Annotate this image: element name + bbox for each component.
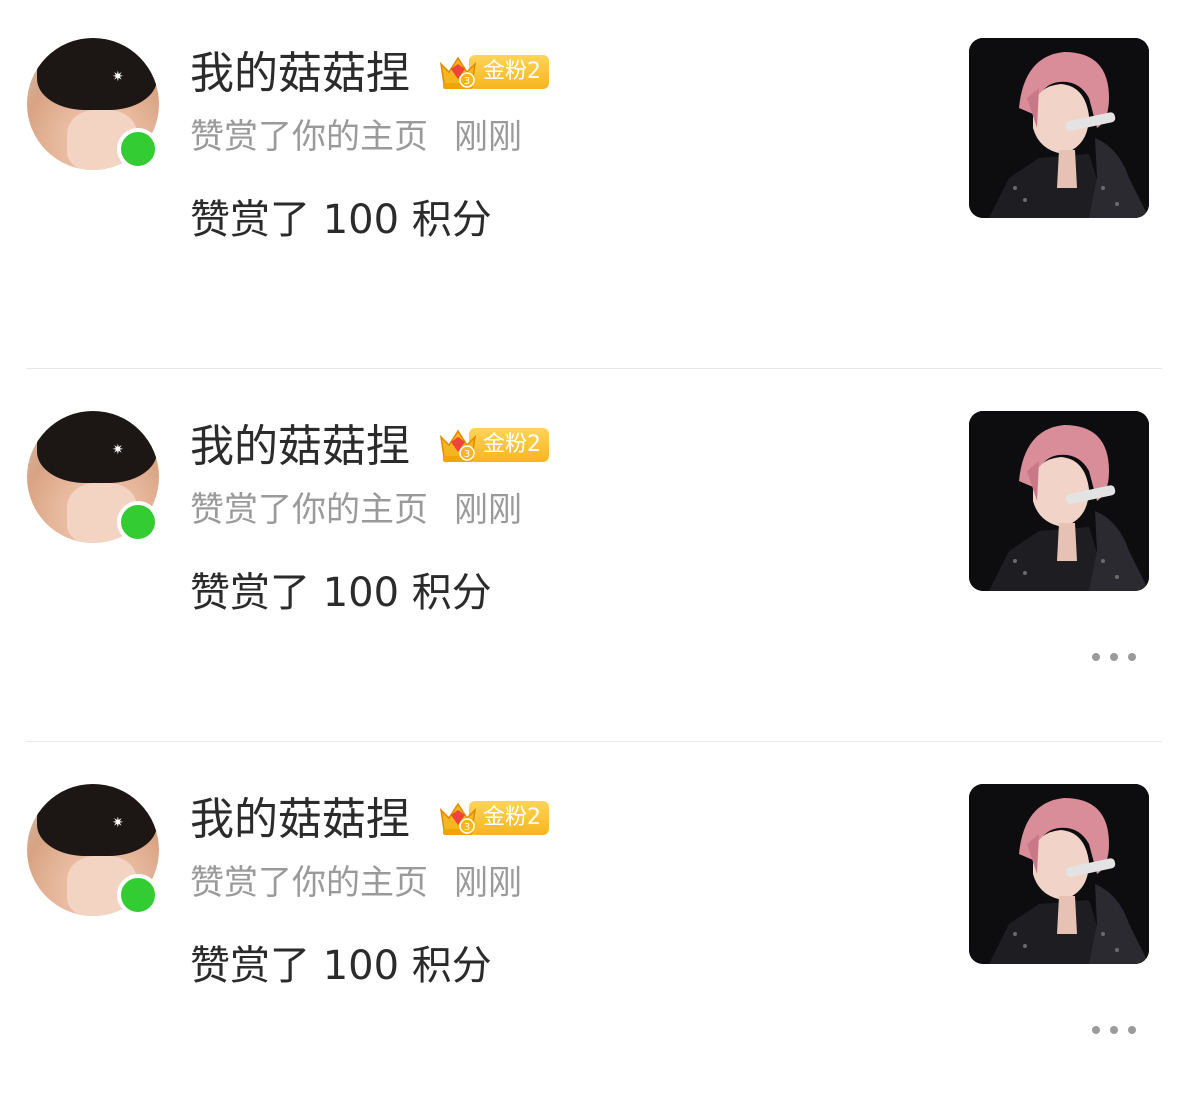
- more-dot-icon: [1128, 653, 1136, 661]
- avatar-hair: [37, 411, 157, 483]
- more-dot-icon: [1128, 1026, 1136, 1034]
- fan-badge-label: 金粉2: [469, 55, 549, 89]
- more-options-button[interactable]: [1090, 1018, 1138, 1042]
- message-text: 赞赏了 100 积分: [190, 943, 492, 989]
- timestamp: 刚刚: [454, 863, 522, 903]
- divider: [26, 368, 1162, 369]
- thumbnail-image[interactable]: [969, 38, 1149, 218]
- message-text: 赞赏了 100 积分: [190, 197, 492, 243]
- fan-badge: 3 金粉2: [437, 425, 549, 465]
- user-name[interactable]: 我的菇菇捏: [190, 419, 410, 475]
- online-status-indicator: [117, 874, 159, 916]
- crown-icon: 3: [439, 802, 477, 835]
- divider: [26, 741, 1162, 742]
- crown-icon: 3: [439, 429, 477, 462]
- notification-item[interactable]: ✷ 我的菇菇捏 3 金粉2 赞赏了你的主页 刚刚 赞赏了 100 积分: [0, 746, 1190, 1119]
- sparkle-icon: ✷: [112, 815, 124, 831]
- avatar-hair: [37, 38, 157, 110]
- activity-text: 赞赏了你的主页: [190, 490, 428, 530]
- activity-line: 赞赏了你的主页 刚刚: [190, 113, 522, 161]
- activity-line: 赞赏了你的主页 刚刚: [190, 486, 522, 534]
- badge-level-text: 3: [464, 822, 470, 833]
- notification-item[interactable]: ✷ 我的菇菇捏 3 金粉2 赞赏了你的主页 刚刚 赞赏了 100 积分: [0, 373, 1190, 746]
- notification-item[interactable]: ✷ 我的菇菇捏 3 金粉2 赞赏了你的主页 刚刚 赞赏了 100 积分: [0, 0, 1190, 373]
- online-status-indicator: [117, 128, 159, 170]
- online-status-indicator: [117, 501, 159, 543]
- user-name[interactable]: 我的菇菇捏: [190, 792, 410, 848]
- thumbnail-image[interactable]: [969, 411, 1149, 591]
- fan-badge-label: 金粉2: [469, 801, 549, 835]
- timestamp: 刚刚: [454, 490, 522, 530]
- user-name[interactable]: 我的菇菇捏: [190, 46, 410, 102]
- activity-line: 赞赏了你的主页 刚刚: [190, 859, 522, 907]
- activity-text: 赞赏了你的主页: [190, 863, 428, 903]
- more-dot-icon: [1110, 1026, 1118, 1034]
- badge-level-text: 3: [464, 76, 470, 87]
- more-dot-icon: [1092, 653, 1100, 661]
- timestamp: 刚刚: [454, 117, 522, 157]
- badge-level-text: 3: [464, 449, 470, 460]
- sparkle-icon: ✷: [112, 442, 124, 458]
- more-options-button[interactable]: [1090, 645, 1138, 669]
- message-text: 赞赏了 100 积分: [190, 570, 492, 616]
- avatar-hair: [37, 784, 157, 856]
- more-dot-icon: [1092, 1026, 1100, 1034]
- thumbnail-image[interactable]: [969, 784, 1149, 964]
- activity-text: 赞赏了你的主页: [190, 117, 428, 157]
- fan-badge: 3 金粉2: [437, 52, 549, 92]
- fan-badge: 3 金粉2: [437, 798, 549, 838]
- more-dot-icon: [1110, 653, 1118, 661]
- crown-icon: 3: [439, 56, 477, 89]
- sparkle-icon: ✷: [112, 69, 124, 85]
- fan-badge-label: 金粉2: [469, 428, 549, 462]
- notification-feed: ✷ 我的菇菇捏 3 金粉2 赞赏了你的主页 刚刚 赞赏了 100 积分 ✷ 我的…: [0, 0, 1190, 1040]
